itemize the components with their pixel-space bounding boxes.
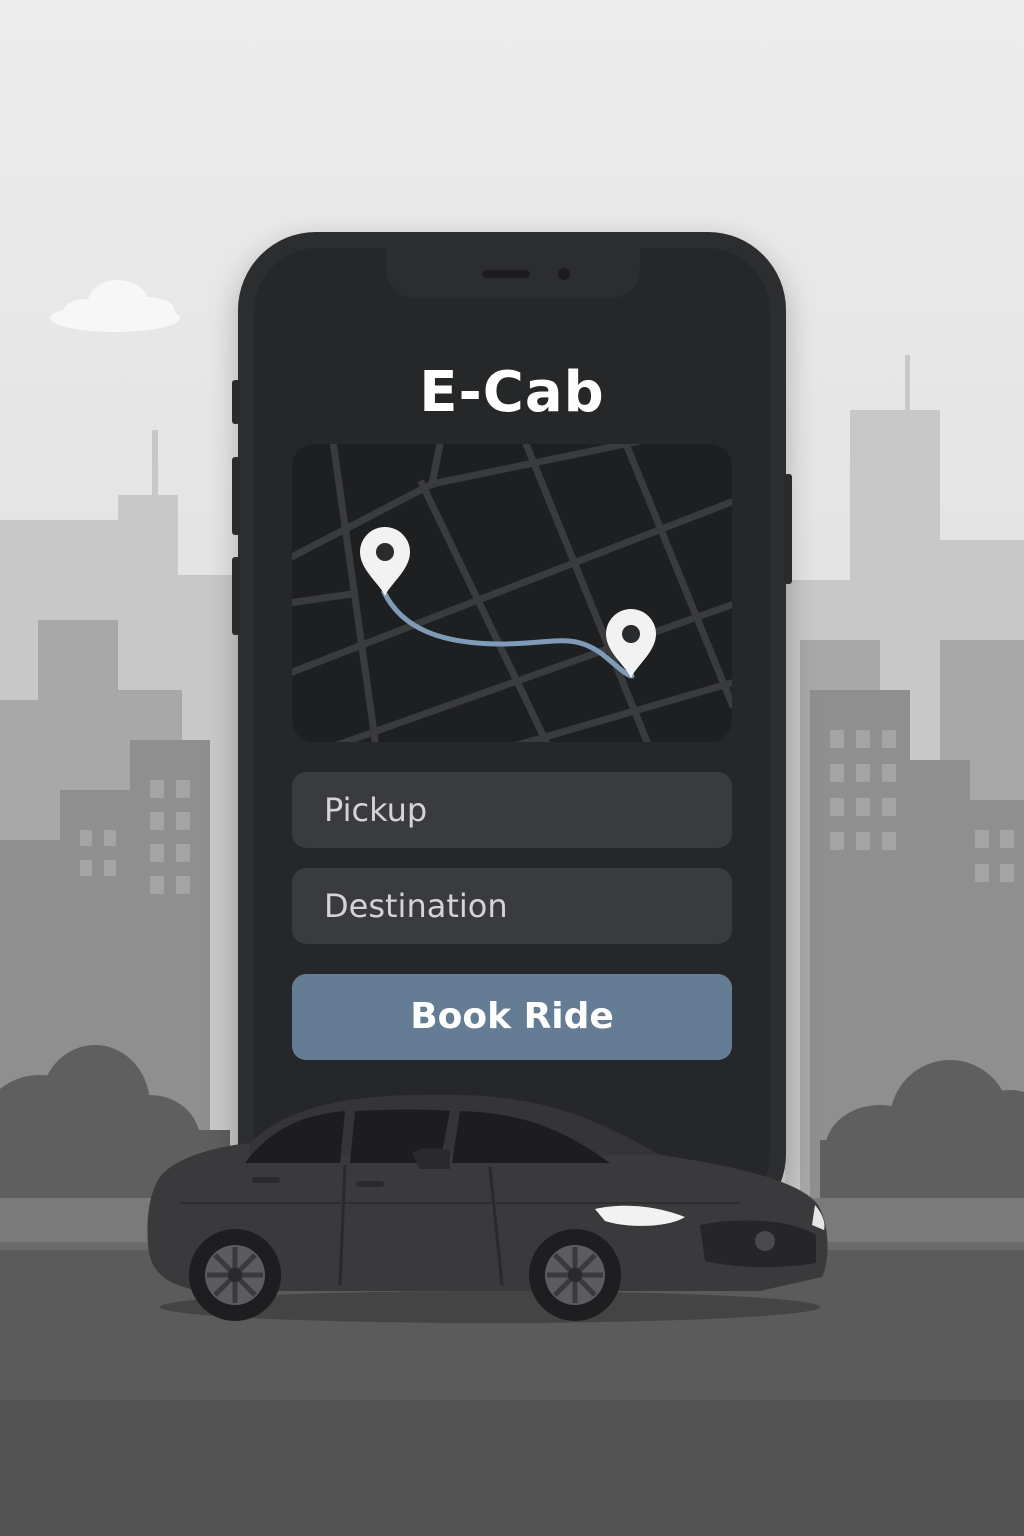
power-button	[784, 474, 792, 584]
volume-down-button	[232, 557, 240, 635]
phone-device: E-Cab Pickup Destination Book Ride	[232, 232, 792, 1232]
rear-wheel	[189, 1229, 281, 1321]
book-ride-button[interactable]: Book Ride	[292, 974, 732, 1060]
front-camera	[558, 268, 570, 280]
front-wheel	[529, 1229, 621, 1321]
app-title: E-Cab	[419, 360, 605, 425]
phone-screen: E-Cab Pickup Destination Book Ride	[254, 248, 770, 1216]
location-pin-icon	[606, 609, 656, 678]
car-illustration	[147, 1094, 828, 1323]
phone-notch	[386, 248, 640, 298]
pickup-input[interactable]: Pickup	[292, 772, 732, 848]
route-map[interactable]	[292, 444, 732, 742]
volume-up-button	[232, 457, 240, 535]
scene: E-Cab Pickup Destination Book Ride	[0, 0, 1024, 1536]
location-pin-icon	[360, 527, 410, 596]
earpiece-speaker	[482, 270, 530, 278]
destination-input[interactable]: Destination	[292, 868, 732, 944]
mute-switch	[232, 380, 240, 424]
